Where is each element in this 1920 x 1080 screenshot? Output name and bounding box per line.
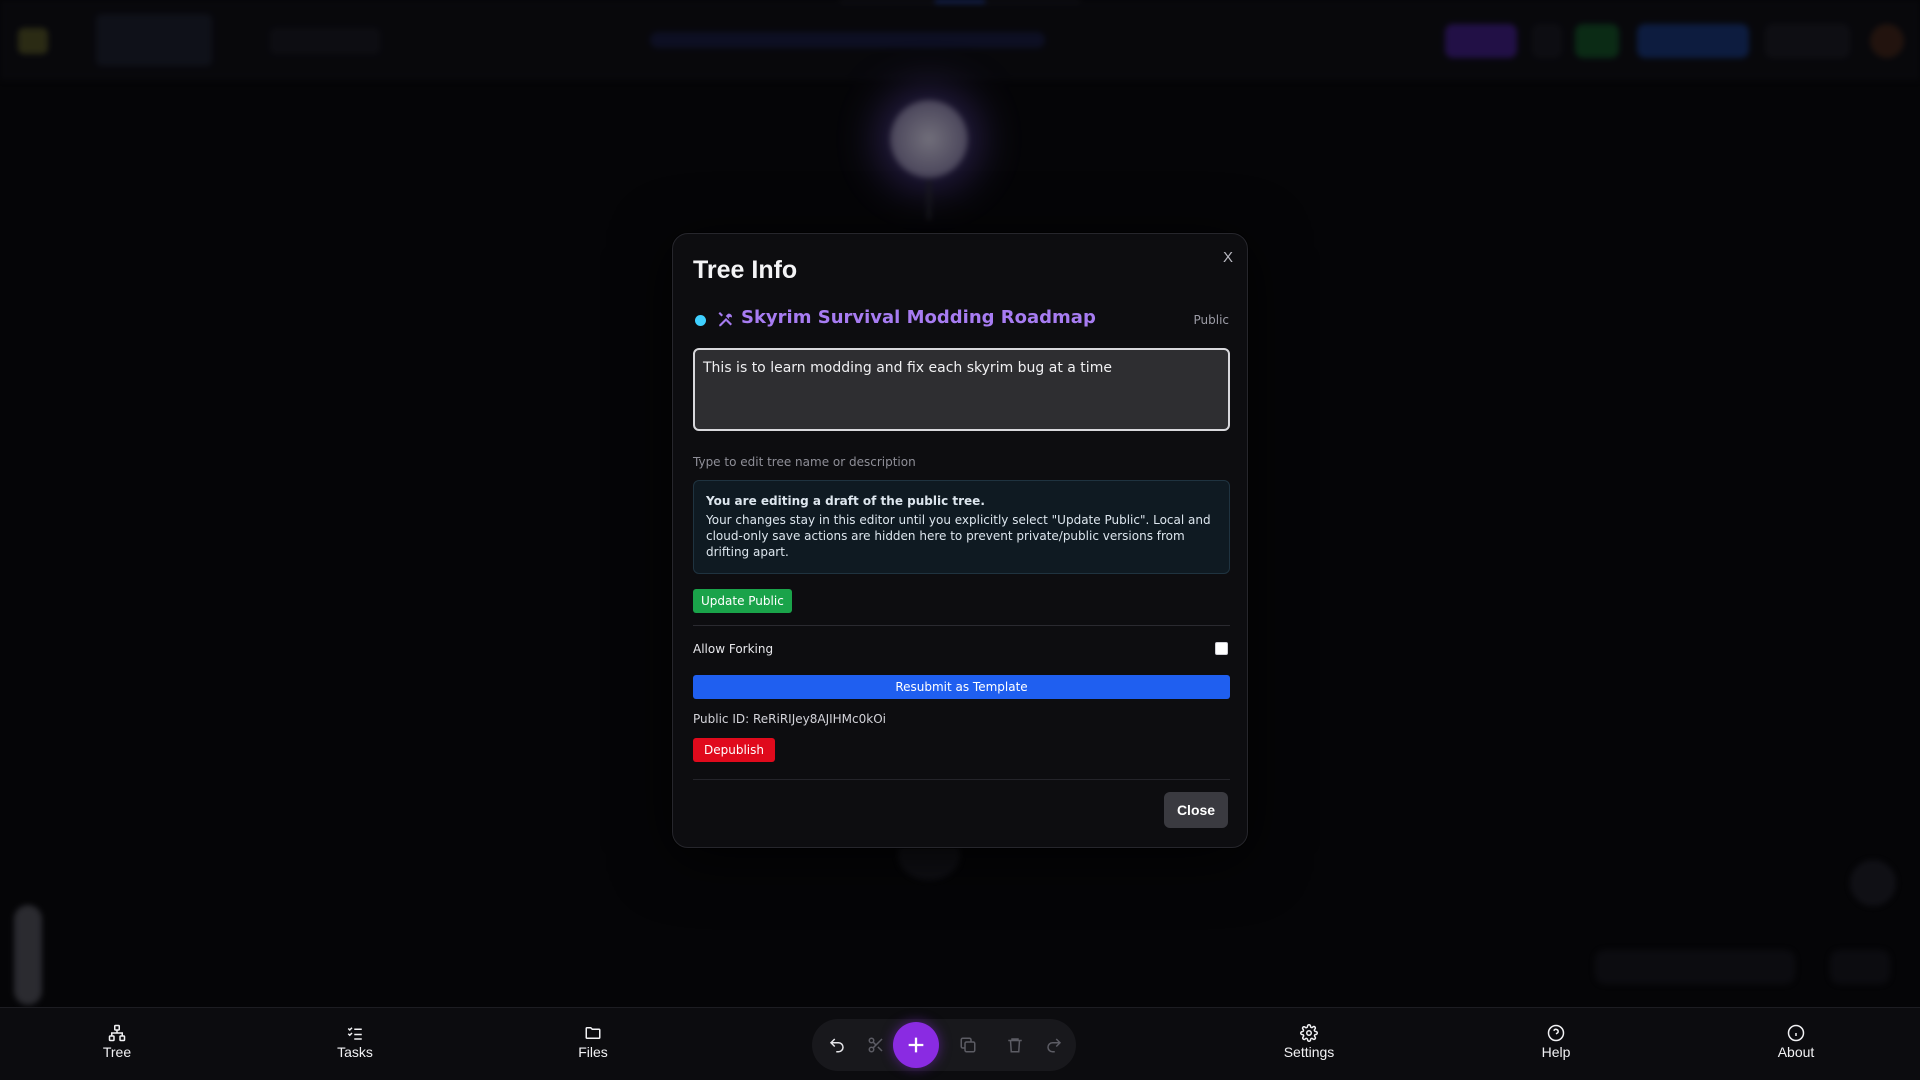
description-field[interactable]: This is to learn modding and fix each sk…: [693, 348, 1230, 431]
nav-settings-label: Settings: [1283, 1044, 1335, 1060]
tree-info-modal: Tree Info X Skyrim Survival Modding Road…: [672, 233, 1248, 848]
nav-tree-label: Tree: [102, 1044, 132, 1060]
top-center-text: [650, 32, 1045, 48]
status-dot: [695, 315, 706, 326]
close-icon[interactable]: X: [1223, 249, 1233, 266]
undo-button[interactable]: [822, 1030, 852, 1060]
close-button[interactable]: Close: [1164, 792, 1228, 828]
nav-settings[interactable]: Settings: [1264, 1024, 1354, 1068]
nav-files-label: Files: [578, 1044, 608, 1060]
help-circle-icon: [1547, 1024, 1565, 1042]
plus-icon: [908, 1037, 924, 1053]
allow-forking-label: Allow Forking: [693, 642, 774, 656]
info-icon: [1787, 1024, 1805, 1042]
redo-icon: [1047, 1038, 1062, 1053]
tree-title-row: Skyrim Survival Modding Roadmap Public: [693, 306, 1229, 332]
tree-icon: [108, 1024, 126, 1042]
edit-hint: Type to edit tree name or description: [693, 455, 916, 469]
divider: [693, 625, 1230, 626]
redo-button[interactable]: [1039, 1030, 1069, 1060]
copy-button[interactable]: [953, 1030, 983, 1060]
nav-help[interactable]: Help: [1511, 1024, 1601, 1068]
avatar: [1870, 24, 1904, 58]
top-progress-fill: [935, 0, 985, 3]
nav-tree[interactable]: Tree: [72, 1024, 162, 1068]
top-pill: [270, 28, 380, 54]
draft-notice: You are editing a draft of the public tr…: [693, 480, 1230, 574]
update-public-button[interactable]: Update Public: [693, 589, 792, 613]
nav-about[interactable]: About: [1751, 1024, 1841, 1068]
add-node-button[interactable]: [893, 1022, 939, 1068]
copy-icon: [960, 1037, 976, 1053]
bottom-nav: Tree Tasks Files Settings Help About: [0, 1007, 1920, 1080]
app-logo: [18, 28, 48, 54]
public-id: Public ID: ReRiRIJey8AJIHMc0kOi: [693, 712, 886, 726]
floating-pill-small: [1830, 950, 1890, 984]
nav-help-label: Help: [1541, 1044, 1571, 1060]
depublish-button[interactable]: Depublish: [693, 738, 775, 762]
resubmit-template-button[interactable]: Resubmit as Template: [693, 675, 1230, 699]
undo-icon: [829, 1038, 844, 1053]
visibility-label: Public: [1193, 313, 1229, 327]
scissors-icon: [868, 1037, 883, 1053]
cut-button[interactable]: [861, 1030, 891, 1060]
top-purple-button: [1445, 24, 1517, 58]
top-dark-button-2: [1765, 24, 1850, 58]
gear-icon: [1300, 1024, 1318, 1042]
floating-button: [1850, 860, 1896, 906]
top-blue-button: [1637, 24, 1749, 58]
trash-icon: [1008, 1038, 1022, 1053]
checklist-icon: [347, 1027, 362, 1040]
nav-tasks[interactable]: Tasks: [310, 1024, 400, 1068]
modal-title: Tree Info: [693, 256, 798, 284]
allow-forking-checkbox[interactable]: [1215, 642, 1228, 655]
nav-tasks-label: Tasks: [337, 1044, 373, 1060]
top-green-button: [1575, 24, 1619, 58]
zoom-slider: [14, 905, 42, 1005]
notice-body: Your changes stay in this editor until y…: [706, 513, 1211, 559]
top-bar: [0, 0, 1920, 80]
node-link: [927, 180, 931, 220]
top-dark-button: [1532, 24, 1562, 58]
nav-files[interactable]: Files: [548, 1024, 638, 1068]
floating-pill: [1595, 950, 1795, 984]
delete-button[interactable]: [1000, 1030, 1030, 1060]
divider-footer: [693, 779, 1230, 780]
edit-toolbar: [812, 1019, 1076, 1071]
tree-name[interactable]: Skyrim Survival Modding Roadmap: [741, 307, 1096, 328]
root-node: [890, 100, 968, 178]
top-title-block: [96, 14, 212, 66]
tools-icon: [717, 309, 735, 327]
nav-about-label: About: [1777, 1044, 1815, 1060]
notice-title: You are editing a draft of the public tr…: [706, 494, 985, 508]
folder-icon: [585, 1027, 601, 1039]
